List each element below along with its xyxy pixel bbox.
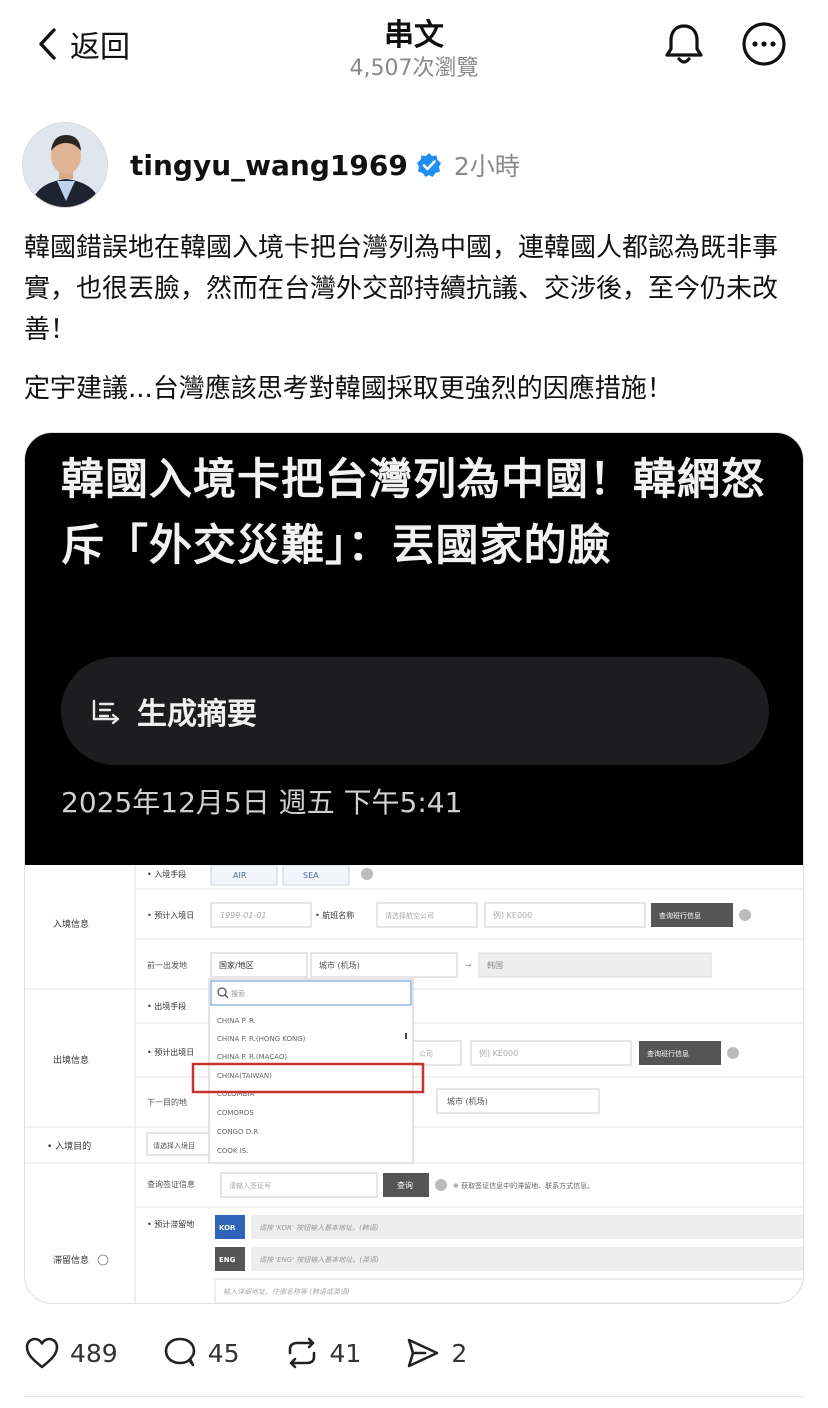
- query-exit-flight-button: 查询班行信息: [647, 1049, 689, 1058]
- dropdown-option: CHINA P. R.(HONG KONG): [217, 1035, 306, 1043]
- visa-note: ※ 获取签证信息中的滞留地、联系方式信息。: [453, 1181, 594, 1190]
- share-count: 2: [451, 1338, 468, 1368]
- comment-count: 45: [207, 1338, 240, 1368]
- kor-address: 请按 'KOR' 按钮输入基本地址。(韩语): [259, 1224, 379, 1232]
- generate-summary-button[interactable]: 生成摘要: [61, 657, 769, 765]
- section-stay: 滞留信息: [53, 1254, 89, 1266]
- label-stay-address: • 预计滞留地: [147, 1219, 194, 1229]
- username[interactable]: tingyu_wang1969: [130, 149, 408, 182]
- dropdown-search: 搜索: [231, 989, 245, 998]
- eng-button: ENG: [219, 1256, 236, 1264]
- post-paragraph: 定宇建議...台灣應該思考對韓國採取更強烈的因應措施！: [24, 374, 673, 404]
- kor-button: KOR: [219, 1224, 236, 1232]
- repost-icon: [288, 1337, 315, 1369]
- list-summary-icon: [92, 699, 120, 725]
- post-author: tingyu_wang1969 2小時: [22, 122, 520, 208]
- flight-number: 例) KE000: [493, 910, 532, 920]
- send-icon: [408, 1338, 439, 1368]
- visa-query-button: 查询: [397, 1180, 413, 1190]
- label-flight: • 航班名称: [315, 910, 354, 920]
- dropdown-option: CHINA P. R.(MACAO): [217, 1053, 287, 1061]
- verified-badge-icon: [416, 153, 441, 177]
- label-exit-method: • 出境手段: [147, 1001, 186, 1011]
- avatar[interactable]: [22, 122, 108, 208]
- like-button[interactable]: 489: [24, 1336, 118, 1370]
- label-entry-date: • 预计入境日: [147, 910, 194, 920]
- sea-button: SEA: [303, 871, 319, 880]
- exit-city-select: 城市 (机场): [447, 1096, 488, 1106]
- like-count: 489: [70, 1338, 118, 1368]
- label-exit-date: • 预计出境日: [147, 1047, 194, 1057]
- dropdown-option: CHINA(TAIWAN): [217, 1072, 272, 1080]
- entry-date-placeholder: 1999-01-01: [220, 911, 267, 920]
- exit-flight-number: 例) KE000: [479, 1048, 518, 1058]
- detail-address: 输入详细地址。住宿名称等 (韩语或英语): [223, 1288, 350, 1296]
- purpose-select: 请选择入境目: [153, 1141, 195, 1150]
- label-depart: 前一出发地: [147, 960, 187, 970]
- comment-button[interactable]: 45: [162, 1336, 240, 1370]
- flight-select: 请选择航空公司: [385, 911, 434, 920]
- label-next-destination: 下一目的地: [147, 1097, 187, 1107]
- post-time: 2小時: [453, 152, 520, 181]
- divider: [24, 1396, 804, 1397]
- section-purpose: • 入境目的: [47, 1140, 91, 1152]
- share-button[interactable]: 2: [405, 1336, 467, 1370]
- more-options-icon[interactable]: [740, 20, 788, 68]
- top-bar: 返回 串文 4,507次瀏覽: [0, 0, 828, 96]
- link-preview-card[interactable]: 韓國入境卡把台灣列為中國！韓網怒斥「外交災難」：丟國家的臉 生成摘要 2025年…: [24, 432, 804, 1304]
- summary-label: 生成摘要: [137, 697, 257, 732]
- eng-address: 请按 'ENG' 按钮输入基本地址。(英语): [259, 1256, 379, 1264]
- dropdown-option: COMOROS: [217, 1109, 254, 1117]
- destination-korea: 韩国: [487, 960, 503, 970]
- repost-button[interactable]: 41: [284, 1336, 362, 1370]
- air-button: AIR: [233, 871, 247, 880]
- country-select: 国家/地区: [219, 960, 254, 970]
- label-entry-method: • 入境手段: [147, 869, 186, 879]
- heart-icon: [25, 1337, 59, 1369]
- section-exit: 出境信息: [53, 1054, 89, 1066]
- route-arrow: →: [465, 961, 472, 970]
- city-select: 城市 (机场): [319, 960, 360, 970]
- visa-input: 请输入签证号: [229, 1181, 271, 1190]
- post-actions: 489 45 41 2: [24, 1330, 511, 1376]
- dropdown-option: CONGO D.R: [217, 1128, 258, 1136]
- post-body: 韓國錯誤地在韓國入境卡把台灣列為中國，連韓國人都認為既非事實，也很丟臉，然而在台…: [24, 228, 810, 428]
- card-date: 2025年12月5日 週五 下午5:41: [61, 786, 463, 819]
- section-entry: 入境信息: [53, 918, 89, 930]
- comment-bubble-icon: [164, 1337, 196, 1367]
- dropdown-option: CHINA P. R.: [217, 1017, 256, 1025]
- label-visa: 查询签证信息: [147, 1179, 195, 1189]
- card-headline: 韓國入境卡把台灣列為中國！韓網怒斥「外交災難」：丟國家的臉: [61, 455, 765, 571]
- repost-count: 41: [329, 1338, 362, 1368]
- dropdown-option: COOK IS.: [217, 1147, 248, 1155]
- post-paragraph: 韓國錯誤地在韓國入境卡把台灣列為中國，連韓國人都認為既非事實，也很丟臉，然而在台…: [24, 233, 779, 345]
- exit-flight-select: 公司: [419, 1050, 433, 1058]
- arrival-card-form-image: 入境信息 出境信息 • 入境目的 滞留信息 • 入境手段 AIR SEA • 预…: [25, 865, 803, 1303]
- query-flight-button: 查询班行信息: [659, 911, 701, 920]
- bell-icon[interactable]: [660, 20, 708, 68]
